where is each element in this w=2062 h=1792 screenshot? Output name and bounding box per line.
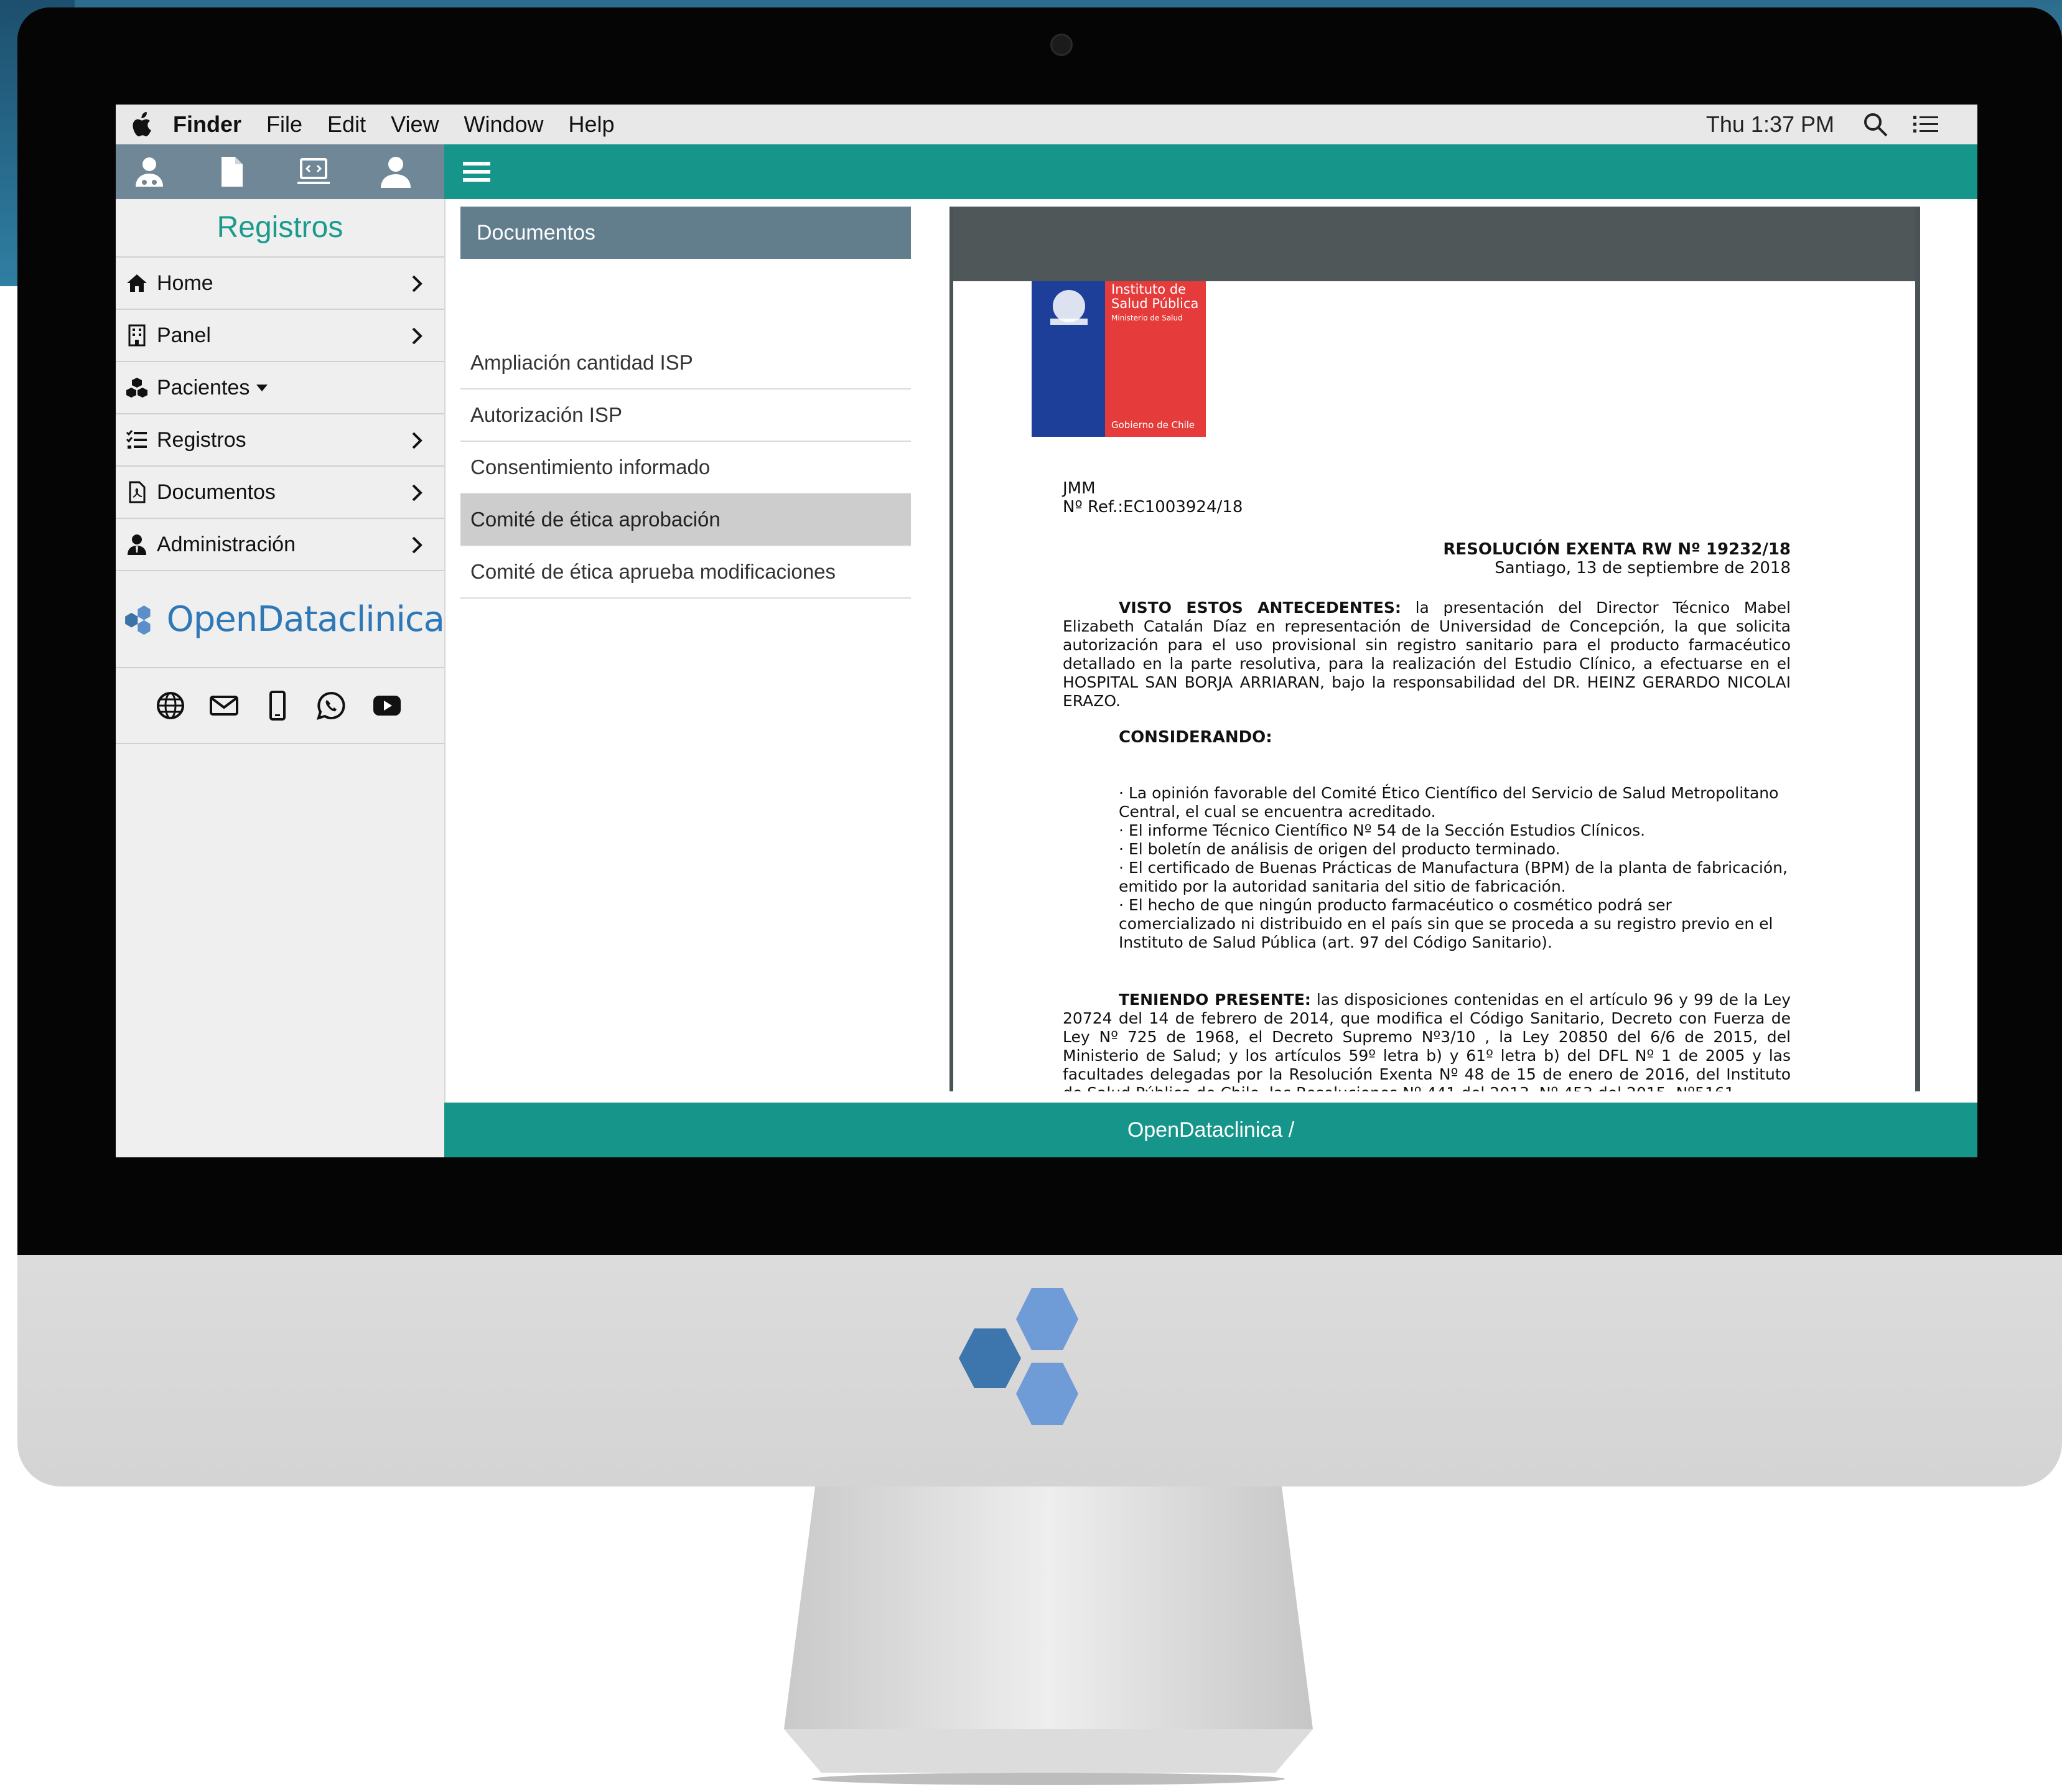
sidebar-item-pacientes[interactable]: Pacientes (116, 362, 444, 414)
camera-icon (1050, 34, 1073, 56)
monitor-stand (784, 1486, 1313, 1785)
app-footer: OpenDataclinica / (444, 1103, 1977, 1157)
sidebar-title: Registros (116, 199, 444, 258)
cubes-icon (126, 378, 147, 398)
document-item[interactable]: Autorización ISP (460, 390, 911, 442)
doc-considerando-item: · El boletín de análisis de origen del p… (1119, 840, 1560, 858)
hamburger-menu-icon[interactable] (462, 157, 492, 187)
chevron-right-icon (412, 432, 422, 449)
brand-name: OpenDataclinica (166, 599, 445, 640)
document-item[interactable]: Ampliación cantidad ISP (460, 337, 911, 390)
menu-finder[interactable]: Finder (173, 111, 241, 138)
mail-icon[interactable] (209, 691, 239, 721)
documents-header: Documentos (460, 207, 911, 259)
document-item[interactable]: Comité de ética aprueba modificaciones (460, 546, 911, 599)
sidebar-item-home[interactable]: Home (116, 258, 444, 310)
search-icon[interactable] (1862, 111, 1889, 138)
sidebar-item-label: Administración (157, 532, 296, 556)
list-check-icon (126, 430, 147, 449)
opendataclinica-logo-icon (125, 605, 151, 635)
doc-visto-paragraph: VISTO ESTOS ANTECEDENTES: la presentació… (1063, 599, 1791, 711)
menu-edit[interactable]: Edit (327, 111, 366, 138)
chevron-right-icon (412, 275, 422, 292)
doc-place-date: Santiago, 13 de septiembre de 2018 (1495, 559, 1791, 577)
menu-view[interactable]: View (391, 111, 439, 138)
macos-menu-bar: Finder File Edit View Window Help Thu 1:… (116, 105, 1977, 144)
document-item-active[interactable]: Comité de ética aprobación (460, 494, 911, 546)
file-pdf-icon (129, 481, 146, 503)
list-menu-icon[interactable] (1910, 111, 1941, 138)
apple-icon[interactable] (131, 111, 156, 138)
doc-considerando-item: · La opinión favorable del Comité Ético … (1119, 784, 1779, 821)
laptop-code-icon[interactable] (296, 154, 331, 189)
social-links (116, 668, 444, 744)
documents-list: Ampliación cantidad ISP Autorización ISP… (460, 337, 911, 599)
caret-down-icon (256, 385, 268, 391)
sidebar: Registros Home Panel Pacientes Registros… (116, 199, 446, 1157)
sidebar-item-administracion[interactable]: Administración (116, 519, 444, 571)
menu-clock[interactable]: Thu 1:37 PM (1706, 111, 1834, 138)
doc-initials: JMM (1063, 479, 1096, 498)
menu-file[interactable]: File (266, 111, 302, 138)
sidebar-item-label: Pacientes (157, 375, 250, 399)
logo-line: Salud Pública (1111, 296, 1199, 311)
globe-icon[interactable] (156, 691, 185, 721)
logo-line: Instituto de (1111, 282, 1187, 297)
doc-resolution-title: RESOLUCIÓN EXENTA RW Nº 19232/18 (1443, 540, 1791, 559)
sidebar-item-registros[interactable]: Registros (116, 414, 444, 467)
sidebar-item-label: Registros (157, 427, 246, 452)
topbar-shortcuts (116, 144, 444, 199)
sidebar-item-label: Documentos (157, 480, 276, 504)
opendataclinica-hex-logo-icon (959, 1288, 1078, 1425)
doc-considerando-item: · El hecho de que ningún producto farmac… (1119, 896, 1773, 951)
sidebar-item-panel[interactable]: Panel (116, 310, 444, 362)
isp-logo-bottom: Gobierno de Chile (1111, 419, 1195, 431)
sidebar-item-label: Panel (157, 323, 211, 347)
doc-teniendo-heading: TENIENDO PRESENTE: (1119, 991, 1311, 1009)
document-item[interactable]: Consentimiento informado (460, 442, 911, 494)
doc-considerando-item: · El certificado de Buenas Prácticas de … (1119, 859, 1788, 895)
sidebar-item-label: Home (157, 271, 213, 295)
menu-window[interactable]: Window (464, 111, 543, 138)
logo-line: Ministerio de Salud (1111, 314, 1183, 322)
chevron-right-icon (412, 327, 422, 345)
youtube-icon[interactable] (370, 691, 404, 721)
user-tie-icon (128, 534, 146, 555)
chevron-right-icon (412, 536, 422, 554)
brand-logo: OpenDataclinica (116, 571, 445, 668)
doctor-icon[interactable] (132, 154, 167, 189)
doc-considerando-item: · El informe Técnico Científico Nº 54 de… (1119, 821, 1646, 839)
doc-teniendo-paragraph: TENIENDO PRESENTE: las disposiciones con… (1063, 991, 1791, 1091)
pdf-viewer-toolbar (953, 207, 1915, 281)
doc-reference: Nº Ref.:EC1003924/18 (1063, 498, 1243, 516)
mobile-icon[interactable] (263, 691, 292, 721)
menu-help[interactable]: Help (569, 111, 615, 138)
user-icon[interactable] (378, 154, 413, 189)
building-icon (128, 324, 146, 347)
documents-panel: Documentos Ampliación cantidad ISP Autor… (460, 207, 911, 1053)
isp-logo-text: Instituto de Salud Pública Ministerio de… (1111, 282, 1198, 325)
chevron-right-icon (412, 484, 422, 502)
screen: Finder File Edit View Window Help Thu 1:… (116, 105, 1977, 1157)
document-icon[interactable] (214, 154, 249, 189)
doc-considerando-heading: CONSIDERANDO: (1119, 728, 1272, 747)
doc-visto-heading: VISTO ESTOS ANTECEDENTES: (1119, 599, 1401, 617)
sidebar-item-documentos[interactable]: Documentos (116, 467, 444, 519)
home-icon (127, 274, 147, 292)
whatsapp-icon[interactable] (316, 691, 346, 721)
app-top-bar (116, 144, 1977, 199)
pdf-page[interactable]: Instituto de Salud Pública Ministerio de… (958, 281, 1900, 1091)
pdf-viewer[interactable]: Instituto de Salud Pública Ministerio de… (949, 207, 1920, 1091)
